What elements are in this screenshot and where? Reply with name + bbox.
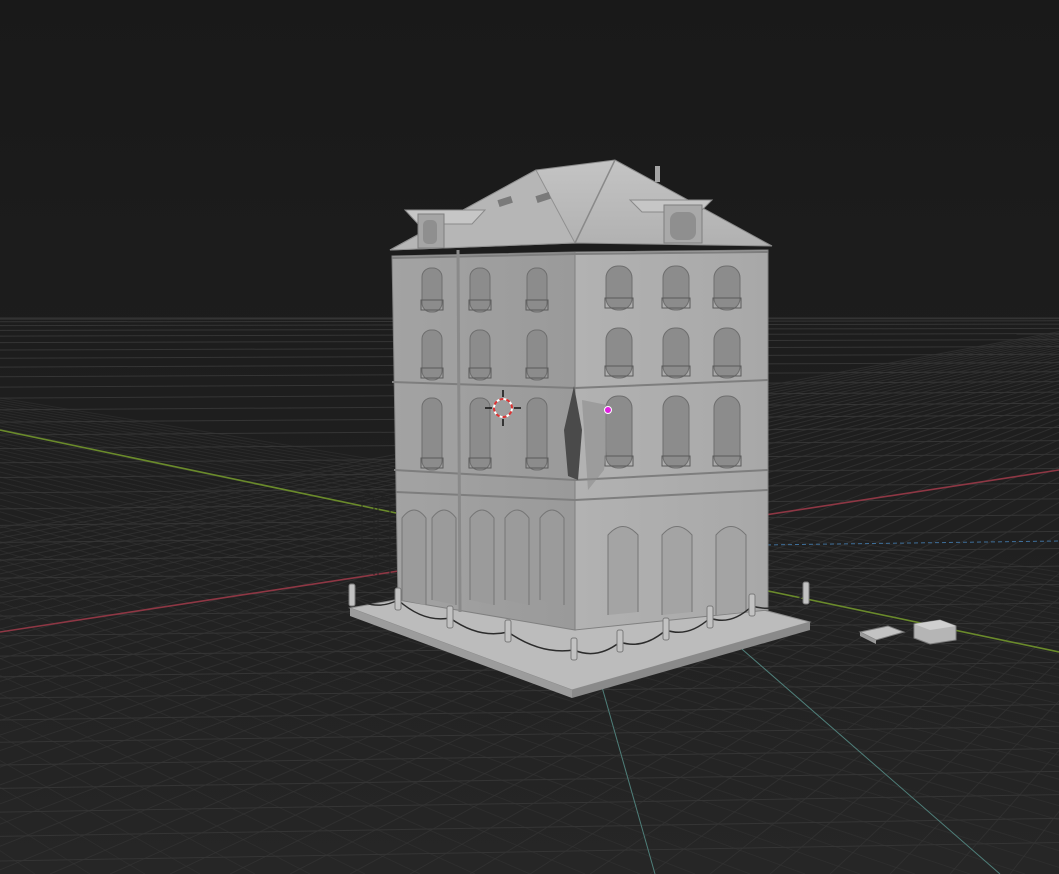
drainpipe (456, 249, 462, 613)
window (526, 397, 548, 471)
bollard (570, 637, 578, 661)
arch (431, 509, 457, 605)
window (469, 397, 491, 471)
window (469, 267, 491, 313)
arch (469, 509, 495, 605)
bollard (802, 581, 810, 605)
window (713, 327, 741, 379)
arch (661, 526, 693, 615)
arch (715, 526, 747, 615)
arch (401, 509, 427, 605)
window (526, 267, 548, 313)
window (421, 397, 443, 471)
bollard (394, 587, 402, 611)
bollard (446, 605, 454, 629)
building-model[interactable] (348, 159, 812, 698)
window (605, 265, 633, 311)
window (662, 395, 690, 469)
3d-viewport[interactable] (0, 0, 1059, 874)
bollard (616, 629, 624, 653)
arch (504, 509, 530, 605)
chimney (655, 166, 660, 182)
window (605, 327, 633, 379)
window (469, 329, 491, 381)
z-guide-line (599, 679, 656, 874)
bollard (504, 619, 512, 643)
object-origin-icon[interactable] (604, 406, 612, 414)
window (421, 329, 443, 381)
window (713, 265, 741, 311)
arch (607, 526, 639, 615)
bollard (662, 617, 670, 641)
prop-box[interactable] (913, 619, 957, 645)
window (662, 327, 690, 379)
arch (539, 509, 565, 605)
window (526, 329, 548, 381)
grid-line (769, 626, 1059, 874)
window (713, 395, 741, 469)
bollard (748, 593, 756, 617)
bollard (706, 605, 714, 629)
window (421, 267, 443, 313)
window (662, 265, 690, 311)
bollard (348, 583, 356, 607)
